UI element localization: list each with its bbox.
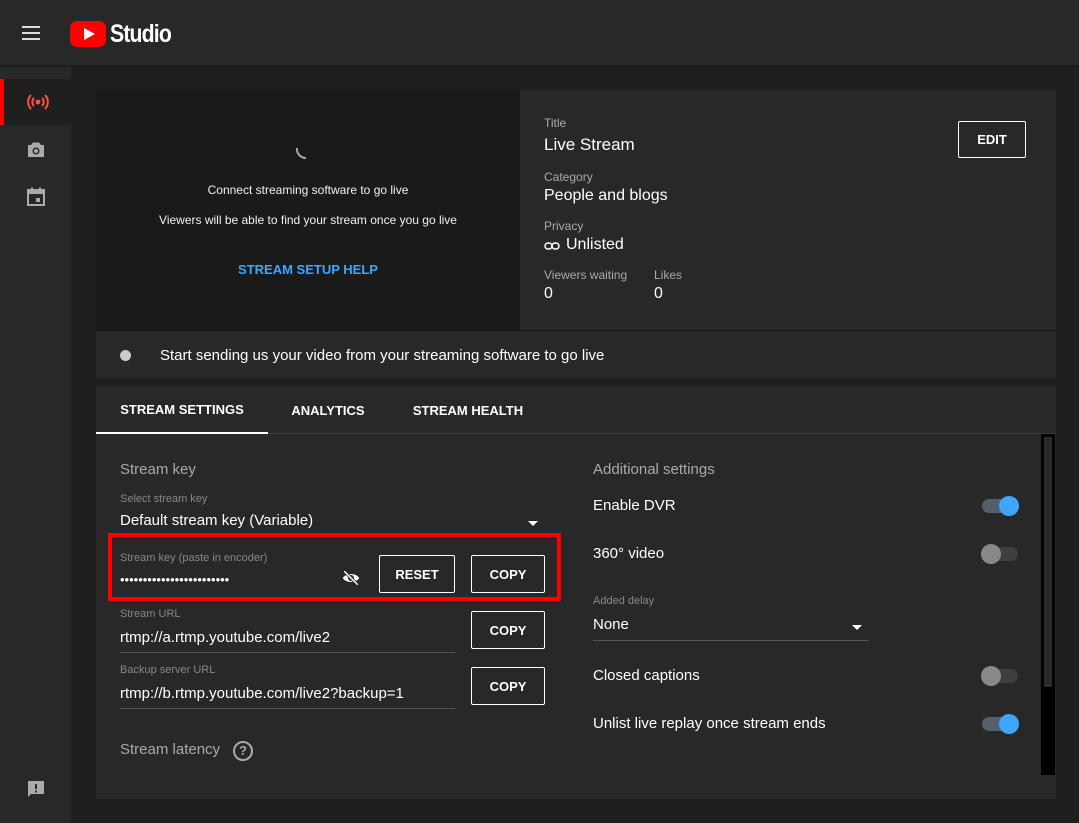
- stream-setup-help-link[interactable]: STREAM SETUP HELP: [96, 262, 520, 277]
- added-delay-value[interactable]: None: [593, 616, 629, 633]
- preview-message-secondary: Viewers will be able to find your stream…: [159, 213, 457, 227]
- added-delay-underline: [593, 640, 869, 641]
- chevron-down-icon[interactable]: [852, 625, 862, 630]
- viewers-waiting-value: 0: [544, 285, 553, 302]
- preview-message-primary: Connect streaming software to go live: [207, 183, 409, 197]
- stream-key-field[interactable]: ••••••••••••••••••••••••: [120, 572, 229, 587]
- settings-scrollbar[interactable]: [1041, 434, 1055, 775]
- category-label: Category: [544, 170, 593, 184]
- top-bar: Studio: [0, 0, 1079, 66]
- help-icon[interactable]: ?: [233, 741, 253, 761]
- unlist-replay-label: Unlist live replay once stream ends: [593, 715, 826, 732]
- backup-url-label: Backup server URL: [120, 664, 216, 676]
- video-360-label: 360° video: [593, 545, 665, 562]
- closed-captions-toggle[interactable]: [981, 666, 1018, 686]
- select-stream-key-value[interactable]: Default stream key (Variable): [120, 512, 313, 529]
- stream-preview: Connect streaming software to go live Vi…: [96, 90, 520, 330]
- copy-stream-url-button[interactable]: COPY: [471, 611, 545, 649]
- feedback-icon: [27, 781, 44, 797]
- likes-label: Likes: [654, 268, 683, 282]
- stream-info-panel: Title Live Stream Category People and bl…: [520, 90, 1056, 330]
- youtube-studio-logo[interactable]: Studio: [70, 20, 182, 48]
- stream-latency-title: Stream latency: [120, 741, 221, 758]
- tab-stream-settings[interactable]: STREAM SETTINGS: [96, 386, 268, 434]
- live-broadcast-icon: [26, 94, 49, 110]
- sidebar-item-stream[interactable]: [0, 79, 71, 125]
- category-value: People and blogs: [544, 187, 668, 204]
- backup-url-underline: [120, 708, 455, 709]
- chevron-down-icon[interactable]: [528, 521, 538, 526]
- settings-panel: STREAM SETTINGS ANALYTICS STREAM HEALTH …: [96, 386, 1056, 799]
- sidebar-item-manage[interactable]: [0, 174, 71, 220]
- enable-dvr-label: Enable DVR: [593, 497, 676, 514]
- tab-analytics[interactable]: ANALYTICS: [268, 386, 388, 434]
- youtube-play-icon: [70, 21, 106, 47]
- stream-url-value[interactable]: rtmp://a.rtmp.youtube.com/live2: [120, 629, 330, 646]
- backup-url-value[interactable]: rtmp://b.rtmp.youtube.com/live2?backup=1: [120, 685, 404, 702]
- edit-button[interactable]: EDIT: [958, 121, 1026, 158]
- stream-url-label: Stream URL: [120, 608, 181, 620]
- stream-key-section-title: Stream key: [120, 461, 196, 478]
- settings-tabs: STREAM SETTINGS ANALYTICS STREAM HEALTH: [96, 386, 1056, 434]
- privacy-value: Unlisted: [566, 236, 624, 253]
- calendar-icon: [26, 187, 45, 206]
- hamburger-menu-icon[interactable]: [22, 22, 50, 46]
- scrollbar-thumb[interactable]: [1044, 437, 1052, 687]
- sidebar: [0, 67, 72, 823]
- stream-url-underline: [120, 652, 455, 653]
- additional-settings-title: Additional settings: [593, 461, 715, 478]
- likes-value: 0: [654, 285, 663, 302]
- unlist-replay-toggle[interactable]: [982, 714, 1019, 734]
- logo-text: Studio: [110, 19, 172, 48]
- closed-captions-label: Closed captions: [593, 667, 700, 684]
- title-value: Live Stream: [544, 135, 635, 154]
- main-content: Connect streaming software to go live Vi…: [72, 67, 1079, 823]
- reset-button[interactable]: RESET: [379, 555, 455, 593]
- select-stream-key-label: Select stream key: [120, 493, 208, 505]
- tab-stream-health[interactable]: STREAM HEALTH: [388, 386, 548, 434]
- enable-dvr-toggle[interactable]: [982, 496, 1019, 516]
- sidebar-item-webcam[interactable]: [0, 127, 71, 173]
- title-label: Title: [544, 116, 567, 130]
- status-indicator-dot: [120, 350, 131, 361]
- visibility-off-icon[interactable]: [342, 570, 360, 586]
- video-360-toggle[interactable]: [981, 544, 1018, 564]
- added-delay-label: Added delay: [593, 595, 655, 607]
- copy-stream-key-button[interactable]: COPY: [471, 555, 545, 593]
- status-text: Start sending us your video from your st…: [160, 347, 605, 364]
- stream-status-bar: Start sending us your video from your st…: [96, 330, 1056, 378]
- stream-key-label: Stream key (paste in encoder): [120, 552, 268, 564]
- loading-spinner-icon: [295, 147, 307, 160]
- privacy-label: Privacy: [544, 219, 584, 233]
- camera-icon: [27, 142, 44, 157]
- viewers-waiting-label: Viewers waiting: [544, 268, 628, 282]
- sidebar-item-feedback[interactable]: [0, 767, 71, 813]
- link-icon: [544, 242, 560, 250]
- copy-backup-url-button[interactable]: COPY: [471, 667, 545, 705]
